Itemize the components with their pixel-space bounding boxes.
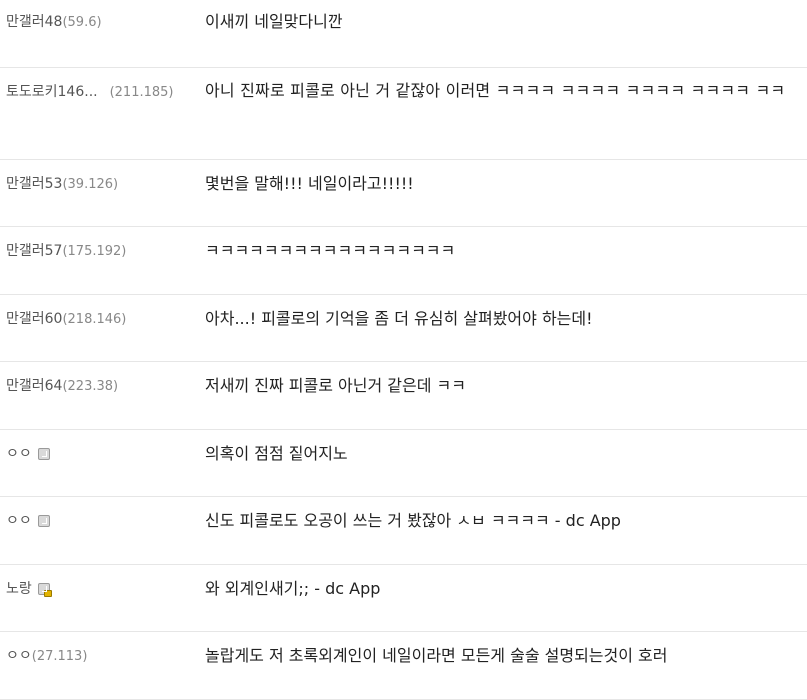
author-nickname[interactable]: 만갤러60 (6, 311, 62, 327)
comment-row: 토도로키146... (211.185) 아니 진짜로 피콜로 아닌 거 같잖아 … (0, 68, 807, 160)
comment-author[interactable]: ㅇㅇ(27.113) (0, 644, 205, 669)
author-nickname[interactable]: 만갤러48 (6, 14, 62, 30)
comment-list: 만갤러48(59.6) 이새끼 네일맞다니깐 토도로키146... (211.18… (0, 0, 807, 700)
author-nickname[interactable]: 노랑 (6, 581, 32, 597)
comment-text: 신도 피콜로도 오공이 쓰는 거 봤잖아 ㅅㅂ ㅋㅋㅋㅋ - dc App (205, 511, 621, 530)
comment-text: 몇번을 말해!!! 네일이라고!!!!! (205, 174, 414, 193)
comment-text: 아차...! 피콜로의 기억을 좀 더 유심히 살펴봤어야 하는데! (205, 309, 593, 328)
comment-author[interactable]: 만갤러48(59.6) (0, 10, 205, 35)
comment-row: ㅇㅇ(27.113) 놀랍게도 저 초록외계인이 네일이라면 모든게 술술 설명… (0, 632, 807, 700)
comment-author[interactable]: ㅇㅇ (0, 509, 205, 533)
comment-text: 아니 진짜로 피콜로 아닌 거 같잖아 이러면 ㅋㅋㅋㅋ ㅋㅋㅋㅋ ㅋㅋㅋㅋ ㅋ… (205, 81, 786, 100)
comment-author[interactable]: 만갤러60(218.146) (0, 307, 205, 332)
author-ip: (27.113) (31, 649, 88, 664)
comment-row: 만갤러57(175.192) ㅋㅋㅋㅋㅋㅋㅋㅋㅋㅋㅋㅋㅋㅋㅋㅋㅋ (0, 227, 807, 295)
author-nickname[interactable]: ㅇㅇ (6, 648, 32, 664)
comment-row: 만갤러53(39.126) 몇번을 말해!!! 네일이라고!!!!! (0, 160, 807, 227)
comment-text: 놀랍게도 저 초록외계인이 네일이라면 모든게 술술 설명되는것이 호러 (205, 646, 668, 665)
fixed-nick-icon (37, 448, 50, 460)
comment-row: ㅇㅇ 신도 피콜로도 오공이 쓰는 거 봤잖아 ㅅㅂ ㅋㅋㅋㅋ - dc App (0, 497, 807, 565)
author-nickname[interactable]: 만갤러57 (6, 243, 62, 259)
comment-author[interactable]: 노랑 (0, 577, 205, 601)
comment-author[interactable]: 만갤러57(175.192) (0, 239, 205, 264)
comment-text: 저새끼 진짜 피콜로 아닌거 같은데 ㅋㅋ (205, 376, 466, 395)
comment-text: 의혹이 점점 짙어지노 (205, 444, 348, 463)
comment-author[interactable]: 토도로키146... (211.185) (0, 78, 205, 105)
author-ip: (59.6) (62, 15, 102, 30)
fixed-nick-icon (37, 515, 50, 527)
comment-text: 이새끼 네일맞다니깐 (205, 12, 343, 31)
author-ip: (211.185) (109, 85, 174, 100)
author-nickname[interactable]: 토도로키146... (6, 84, 98, 100)
comment-row: 만갤러60(218.146) 아차...! 피콜로의 기억을 좀 더 유심히 살… (0, 295, 807, 362)
comment-row: ㅇㅇ 의혹이 점점 짙어지노 (0, 430, 807, 497)
author-nickname[interactable]: ㅇㅇ (6, 446, 32, 462)
author-nickname[interactable]: 만갤러64 (6, 378, 62, 394)
author-nickname[interactable]: ㅇㅇ (6, 513, 32, 529)
comment-text: ㅋㅋㅋㅋㅋㅋㅋㅋㅋㅋㅋㅋㅋㅋㅋㅋㅋ (205, 241, 456, 260)
comment-author[interactable]: 만갤러53(39.126) (0, 172, 205, 197)
comment-row: 노랑 와 외계인새기;; - dc App (0, 565, 807, 632)
author-nickname[interactable]: 만갤러53 (6, 176, 62, 192)
comment-author[interactable]: 만갤러64(223.38) (0, 374, 205, 399)
comment-row: 만갤러64(223.38) 저새끼 진짜 피콜로 아닌거 같은데 ㅋㅋ (0, 362, 807, 430)
comment-author[interactable]: ㅇㅇ (0, 442, 205, 466)
author-ip: (218.146) (62, 312, 127, 327)
author-ip: (175.192) (62, 244, 127, 259)
author-ip: (39.126) (62, 177, 119, 192)
fixed-nick-lock-icon (37, 583, 52, 597)
comment-text: 와 외계인새기;; - dc App (205, 579, 381, 598)
comment-row: 만갤러48(59.6) 이새끼 네일맞다니깐 (0, 0, 807, 68)
author-ip: (223.38) (62, 379, 119, 394)
